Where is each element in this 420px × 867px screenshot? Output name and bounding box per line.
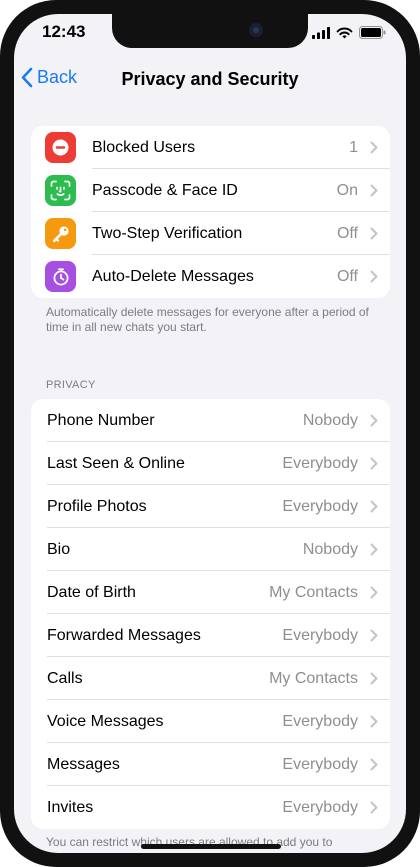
row-value: Everybody: [282, 497, 358, 515]
status-time: 12:43: [42, 22, 86, 41]
row-value: Everybody: [282, 798, 358, 816]
chevron-right-icon: [370, 184, 378, 197]
invites-row[interactable]: Invites Everybody: [31, 786, 390, 829]
date-of-birth-row[interactable]: Date of Birth My Contacts: [31, 571, 390, 614]
row-label: Last Seen & Online: [47, 454, 185, 472]
chevron-right-icon: [370, 543, 378, 556]
privacy-section-header: PRIVACY: [46, 379, 96, 391]
bio-row[interactable]: Bio Nobody: [31, 528, 390, 571]
chevron-right-icon: [370, 414, 378, 427]
status-icons: [312, 26, 386, 39]
row-label: Two-Step Verification: [92, 224, 243, 242]
chevron-right-icon: [370, 586, 378, 599]
row-value: Everybody: [282, 712, 358, 730]
key-icon: [45, 218, 76, 249]
row-value: My Contacts: [269, 669, 358, 687]
row-label: Messages: [47, 755, 120, 773]
navigation-bar: Back Privacy and Security: [14, 64, 406, 104]
timer-icon: [45, 261, 76, 292]
battery-icon: [359, 26, 386, 39]
chevron-right-icon: [370, 500, 378, 513]
row-label: Bio: [47, 540, 71, 558]
notch: [112, 14, 308, 48]
chevron-right-icon: [370, 141, 378, 154]
row-label: Profile Photos: [47, 497, 147, 515]
auto-delete-footer: Automatically delete messages for everyo…: [46, 305, 369, 334]
row-label: Blocked Users: [92, 138, 196, 156]
chevron-right-icon: [370, 457, 378, 470]
row-value: Nobody: [302, 411, 358, 429]
row-value: Everybody: [282, 755, 358, 773]
row-label: Voice Messages: [47, 712, 164, 730]
blocked-users-row[interactable]: Blocked Users 1: [31, 126, 390, 169]
phone-number-row[interactable]: Phone Number Nobody: [31, 399, 390, 442]
row-label: Invites: [47, 798, 94, 816]
row-label: Calls: [47, 669, 83, 687]
row-value: On: [336, 181, 358, 199]
row-value: Off: [336, 224, 358, 242]
row-label: Date of Birth: [47, 583, 136, 601]
voice-messages-row[interactable]: Voice Messages Everybody: [31, 700, 390, 743]
privacy-settings-group: Phone Number Nobody Last Seen & Online E…: [31, 399, 390, 829]
row-value: Everybody: [282, 454, 358, 472]
chevron-right-icon: [370, 672, 378, 685]
screen: 12:43 Back Privacy and Security Blocked …: [14, 14, 406, 853]
row-value: Off: [336, 267, 358, 285]
row-value: My Contacts: [269, 583, 358, 601]
chevron-right-icon: [370, 270, 378, 283]
wifi-icon: [336, 27, 353, 38]
minus-circle-icon: [45, 132, 76, 163]
page-title: Privacy and Security: [121, 69, 299, 89]
chevron-right-icon: [370, 227, 378, 240]
security-settings-group: Blocked Users 1 Passcode & Face ID On Tw…: [31, 126, 390, 298]
cellular-signal-icon: [312, 26, 330, 39]
row-label: Passcode & Face ID: [92, 181, 238, 199]
forwarded-messages-row[interactable]: Forwarded Messages Everybody: [31, 614, 390, 657]
passcode-face-id-row[interactable]: Passcode & Face ID On: [31, 169, 390, 212]
row-label: Forwarded Messages: [47, 626, 201, 644]
face-id-icon: [45, 175, 76, 206]
chevron-right-icon: [370, 758, 378, 771]
chevron-right-icon: [370, 801, 378, 814]
auto-delete-messages-row[interactable]: Auto-Delete Messages Off: [31, 255, 390, 298]
row-value: 1: [349, 138, 358, 156]
calls-row[interactable]: Calls My Contacts: [31, 657, 390, 700]
home-indicator[interactable]: [141, 844, 281, 849]
messages-row[interactable]: Messages Everybody: [31, 743, 390, 786]
front-camera: [249, 23, 263, 37]
row-label: Phone Number: [47, 411, 155, 429]
phone-frame: 12:43 Back Privacy and Security Blocked …: [0, 0, 420, 867]
chevron-right-icon: [370, 715, 378, 728]
row-value: Nobody: [302, 540, 358, 558]
row-label: Auto-Delete Messages: [92, 267, 254, 285]
last-seen-online-row[interactable]: Last Seen & Online Everybody: [31, 442, 390, 485]
row-value: Everybody: [282, 626, 358, 644]
two-step-verification-row[interactable]: Two-Step Verification Off: [31, 212, 390, 255]
profile-photos-row[interactable]: Profile Photos Everybody: [31, 485, 390, 528]
chevron-right-icon: [370, 629, 378, 642]
